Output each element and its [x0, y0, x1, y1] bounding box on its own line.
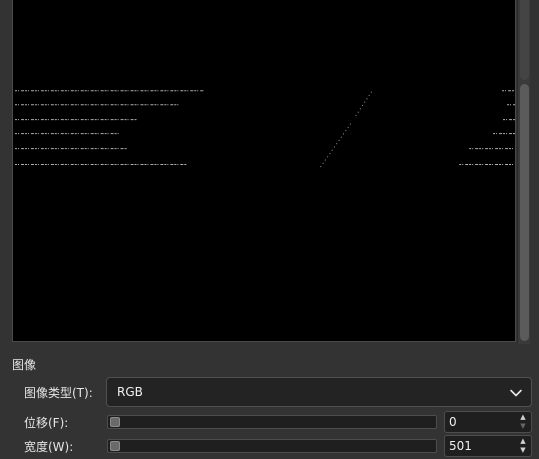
- width-slider-handle[interactable]: [110, 441, 120, 451]
- preview-noise-render: [14, 90, 515, 170]
- offset-increment-icon[interactable]: ▲: [517, 413, 529, 422]
- offset-slider-handle[interactable]: [110, 417, 120, 427]
- scrollbar-thumb[interactable]: [520, 84, 529, 341]
- image-type-selected-value: RGB: [117, 385, 143, 399]
- width-label: 宽度(W):: [24, 440, 74, 454]
- offset-label: 位移(F):: [24, 416, 69, 430]
- offset-decrement-icon[interactable]: ▼: [517, 422, 529, 431]
- image-type-select[interactable]: RGB: [106, 377, 532, 407]
- offset-slider[interactable]: [107, 415, 437, 429]
- image-preview: [12, 0, 516, 342]
- preview-vertical-scrollbar[interactable]: [517, 0, 530, 344]
- width-decrement-icon[interactable]: ▼: [517, 446, 529, 455]
- offset-spinbox[interactable]: 0 ▲ ▼: [444, 411, 532, 433]
- scrollbar-track: [520, 0, 529, 80]
- width-slider[interactable]: [107, 439, 437, 453]
- image-type-label: 图像类型(T):: [24, 386, 93, 400]
- width-increment-icon[interactable]: ▲: [517, 437, 529, 446]
- width-value: 501: [449, 439, 472, 453]
- raw-image-import-dialog: 图像 图像类型(T): RGB 位移(F): 0 ▲ ▼ 宽度(W): 501 …: [0, 0, 539, 459]
- width-spinbox[interactable]: 501 ▲ ▼: [444, 435, 532, 457]
- image-section-heading: 图像: [12, 358, 37, 372]
- chevron-down-icon: [510, 389, 522, 397]
- offset-value: 0: [449, 415, 457, 429]
